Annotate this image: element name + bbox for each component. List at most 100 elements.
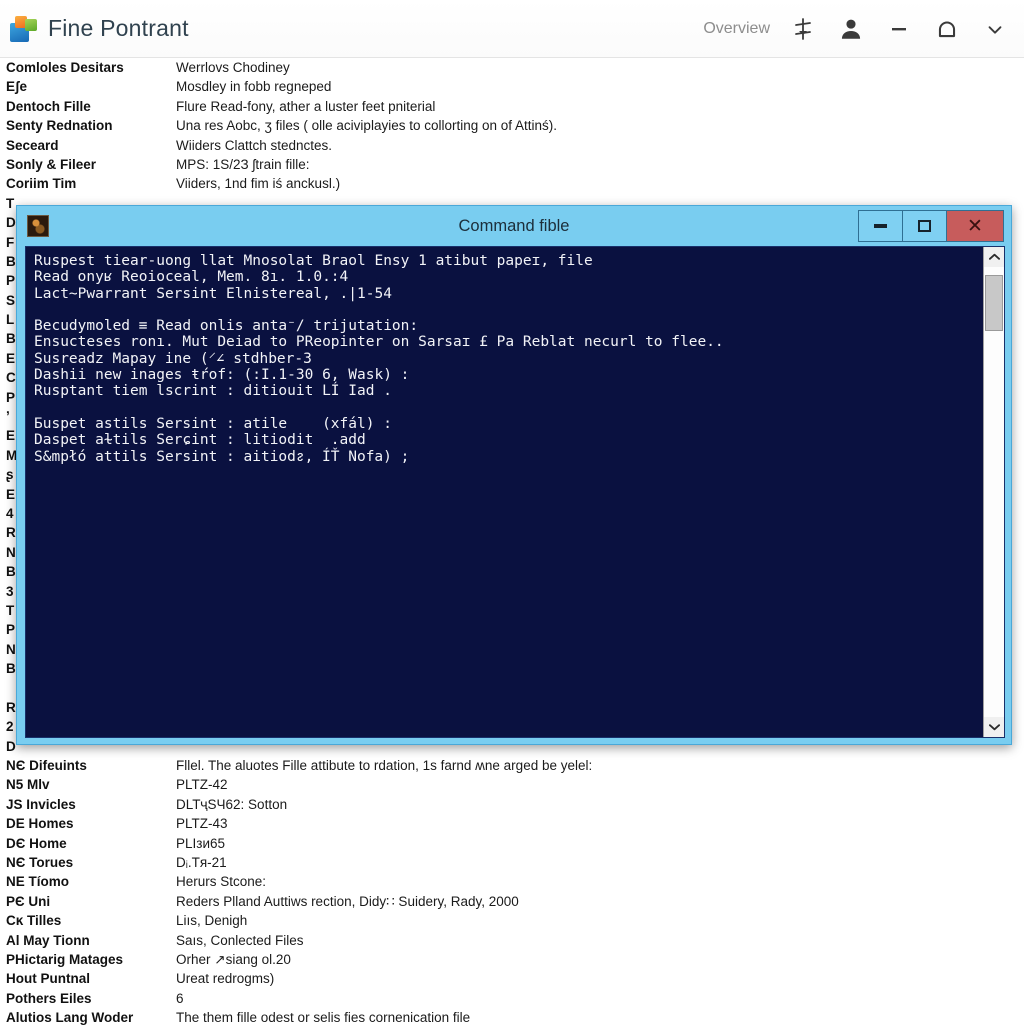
row-description: Fllel. The aluotes Fille attibute to rda… (176, 758, 593, 774)
content-row: Al May Tionn Saıs, Conlected Files (0, 931, 1024, 950)
row-label: NЄ Torues (6, 855, 74, 871)
content-row: Hout Puntnal Ureat redrogms) (0, 969, 1024, 988)
content-row: Eʃe Mosdley in fobb regneped (0, 77, 1024, 96)
row-label: Eʃe (6, 79, 28, 95)
row-label: Hout Puntnal (6, 971, 90, 987)
row-label: Seceard (6, 137, 59, 153)
row-description: Wiiders Clattch stednctes. (176, 137, 333, 153)
row-label: Pothers Eiles (6, 990, 92, 1006)
content-row: Sonly & Fileer MPS: 1S/2З ʃtrain fille: (0, 155, 1024, 174)
row-description: Liıs, Denigh (176, 913, 248, 929)
console-line: Ƃuspet astils Sersint : atile (xfál) : (34, 415, 392, 432)
content-row: NE Tíomo Herurs Stcone: (0, 872, 1024, 891)
row-description: PLTZ-42 (176, 777, 228, 793)
minimize-icon[interactable] (859, 211, 903, 241)
terminal-app-icon (27, 215, 49, 237)
row-label: DE Homes (6, 816, 74, 832)
row-label: PHictarig Matages (6, 951, 124, 967)
row-label: Sonly & Fileer (6, 156, 97, 172)
row-description: 6 (176, 990, 184, 1006)
person-icon[interactable] (836, 14, 866, 44)
row-description: Herurs Stcone: (176, 874, 267, 890)
row-description: DLTҷЅЧ62: Sotton (176, 796, 288, 812)
row-description: Una res Aobc, ʒ files ( olle aciviplayie… (176, 118, 558, 134)
console-line: Read onyʁ Reoioceal, Mem. 8ı. 1.0.:4 (34, 269, 349, 286)
chevron-down-icon[interactable] (984, 717, 1004, 737)
row-label: Al May Tionn (6, 932, 90, 948)
content-row: Comloles Desitars Werrlovs Chodiney (0, 58, 1024, 77)
header-actions: Overview (703, 14, 1010, 44)
console-line: Becudymoled ≡ Read onlis anta⁻/ trijutat… (34, 318, 419, 335)
row-label: Comloles Desitars (6, 60, 124, 75)
console-scrollbar[interactable] (983, 247, 1004, 737)
content-row: DЄ Home PLІзи65 (0, 834, 1024, 853)
content-row: Coriim Tim Viiders, 1nd fim iś anckusl.) (0, 174, 1024, 193)
content-row: Pothers Eiles 6 (0, 989, 1024, 1008)
content-row: Senty Rednation Una res Aobc, ʒ files ( o… (0, 116, 1024, 135)
content-row: PЄ Uni Reders Plland Auttiws rection, Did… (0, 892, 1024, 911)
content-row: Alutios Lang Woder The them fille odest o… (0, 1008, 1024, 1027)
console-line: Rusptant tiem lscrint : ditiouit LÍ Iad … (34, 383, 392, 400)
command-window-titlebar[interactable]: Command fible ✕ (17, 206, 1011, 246)
console-line: Ruspest tiear-uong llat Mnosolat Braol E… (34, 253, 593, 269)
console-line: Susreadᴢ Mapay ine (⸍∠ stdhber-3 (34, 350, 312, 367)
content-row: N5 Mlv PLTZ-42 (0, 775, 1024, 794)
command-window[interactable]: Command fible ✕ Ruspest tiear-uong llat … (16, 205, 1012, 745)
row-description: Werrlovs Chodiney (176, 60, 290, 75)
row-description: Flure Read-fony, ather a luster feet pni… (176, 98, 436, 114)
chevron-up-icon[interactable] (984, 247, 1004, 267)
console-line: Ensucteses ronı. Mut Deiad to PReopinter… (34, 334, 724, 351)
content-row: JS Invicles DLTҷЅЧ62: Sotton (0, 795, 1024, 814)
content-row: Seceard Wiiders Clattch stednctes. (0, 136, 1024, 155)
row-label: DЄ Home (6, 835, 67, 851)
console-output[interactable]: Ruspest tiear-uong llat Mnosolat Braol E… (26, 247, 983, 737)
row-label: Senty Rednation (6, 118, 113, 134)
content-row: Cĸ Tilles Liıs, Denigh (0, 911, 1024, 930)
content-row: PHictarig Matages Orher ↗siang ol.20 (0, 950, 1024, 969)
bell-icon[interactable] (932, 14, 962, 44)
overview-link[interactable]: Overview (703, 20, 770, 38)
row-label: Dentoch Fille (6, 98, 91, 114)
row-label: PЄ Uni (6, 893, 51, 909)
row-description: Viiders, 1nd fim iś anckusl.) (176, 176, 341, 192)
row-description: Dᵢ.Tя-21 (176, 855, 227, 871)
console-body[interactable]: Ruspest tiear-uong llat Mnosolat Braol E… (25, 246, 1005, 738)
chevron-down-icon[interactable] (980, 14, 1010, 44)
row-description: The them fille odest or selis fies corne… (176, 1010, 471, 1026)
content-row: DE Homes PLTZ-43 (0, 814, 1024, 833)
app-title: Fine Pontrant (48, 15, 189, 41)
console-line: S&mpłó attils Sersint : aitiodᴤ, ÍŤ Nofa… (34, 448, 410, 465)
row-label: NЄ Difeuints (6, 758, 87, 774)
row-label: N5 Mlv (6, 777, 50, 793)
scrollbar-thumb[interactable] (985, 275, 1003, 331)
row-description: Orher ↗siang ol.20 (176, 951, 291, 967)
content-row: NЄ Torues Dᵢ.Tя-21 (0, 853, 1024, 872)
content-row: Dentoch Fille Flure Read-fony, ather a lu… (0, 97, 1024, 116)
close-icon[interactable]: ✕ (947, 211, 1003, 241)
console-line: Lact~Pwarrant Sersint Elnistereal, .|1-5… (34, 285, 392, 302)
row-description: Saıs, Conlected Files (176, 932, 304, 948)
app-header: Fine Pontrant Overview (0, 0, 1024, 58)
row-description: PLІзи65 (176, 835, 226, 851)
row-description: Ureat redrogms) (176, 971, 275, 987)
console-line: Dashii new inages ŧŕof: (:I.1-30 6, Wask… (34, 367, 410, 384)
row-description: Mosdley in fobb regneped (176, 79, 332, 95)
sort-vertical-icon[interactable] (788, 14, 818, 44)
row-label: Cĸ Tilles (6, 913, 62, 929)
console-line: Daspet aɫtils Serɕint : litiodit .add (34, 432, 366, 449)
scrollbar-track[interactable] (984, 267, 1004, 717)
window-controls: ✕ (858, 210, 1004, 242)
row-label: JS Invicles (6, 796, 76, 812)
row-description: PLTZ-43 (176, 816, 228, 832)
minimize-dash-icon[interactable] (884, 14, 914, 44)
row-description: Reders Plland Auttiws rection, Didy∷ Sui… (176, 893, 519, 909)
row-label: Alutios Lang Woder (6, 1010, 134, 1026)
row-description: MPS: 1S/2З ʃtrain fille: (176, 156, 310, 172)
row-label: Coriim Tim (6, 176, 77, 192)
picture-gallery-icon (10, 15, 38, 43)
content-row: NЄ Difeuints Fllel. The aluotes Fille att… (0, 756, 1024, 775)
maximize-icon[interactable] (903, 211, 947, 241)
row-label: NE Tíomo (6, 874, 69, 890)
